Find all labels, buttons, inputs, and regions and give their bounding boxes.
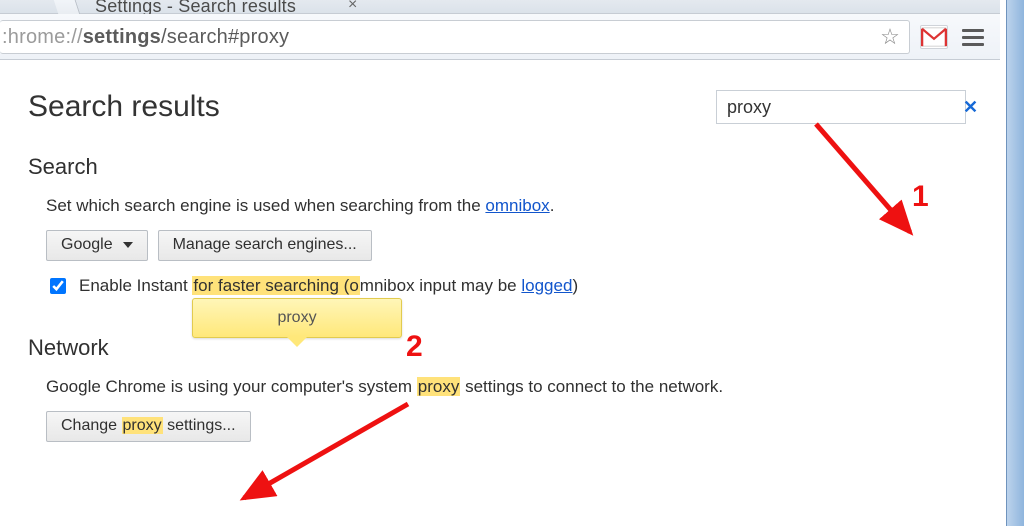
tab-strip: Settings - Search results × — [0, 0, 1000, 14]
omnibox-link[interactable]: omnibox — [485, 196, 549, 215]
tab-close-icon[interactable]: × — [348, 0, 357, 14]
search-match-tooltip: proxy — [192, 298, 402, 338]
clear-search-icon[interactable]: ✕ — [961, 97, 980, 118]
bookmark-star-icon[interactable]: ☆ — [879, 26, 901, 48]
annotation-label-1: 1 — [912, 180, 929, 214]
network-desc: Google Chrome is using your computer's s… — [46, 377, 972, 397]
section-network: Network Google Chrome is using your comp… — [28, 335, 972, 442]
settings-search-box[interactable]: ✕ — [716, 90, 966, 124]
enable-instant-row[interactable]: Enable Instant for faster searching (omn… — [46, 275, 972, 297]
logged-link[interactable]: logged — [521, 276, 572, 295]
browser-toolbar: :hrome://settings/search#proxy ☆ — [0, 14, 1000, 60]
omnibox-url: :hrome://settings/search#proxy — [2, 26, 289, 49]
enable-instant-checkbox[interactable] — [50, 278, 66, 294]
section-search-title: Search — [28, 154, 972, 180]
section-network-title: Network — [28, 335, 972, 361]
gmail-icon[interactable] — [920, 25, 948, 49]
search-desc: Set which search engine is used when sea… — [46, 196, 972, 216]
change-proxy-settings-button[interactable]: Change proxy settings... — [46, 411, 251, 442]
omnibox[interactable]: :hrome://settings/search#proxy ☆ — [0, 20, 910, 54]
menu-hamburger-icon[interactable] — [960, 25, 986, 49]
settings-content: Search results ✕ Search Set which search… — [0, 60, 1000, 526]
manage-search-engines-button[interactable]: Manage search engines... — [158, 230, 372, 261]
search-engine-dropdown[interactable]: Google — [46, 230, 148, 261]
enable-instant-label: Enable Instant for faster searching (omn… — [79, 276, 578, 296]
window-border-right — [1006, 0, 1024, 526]
section-search: Search Set which search engine is used w… — [28, 154, 972, 297]
tab-edge — [52, 0, 80, 14]
annotation-label-2: 2 — [406, 330, 423, 364]
settings-search-input[interactable] — [725, 96, 961, 119]
